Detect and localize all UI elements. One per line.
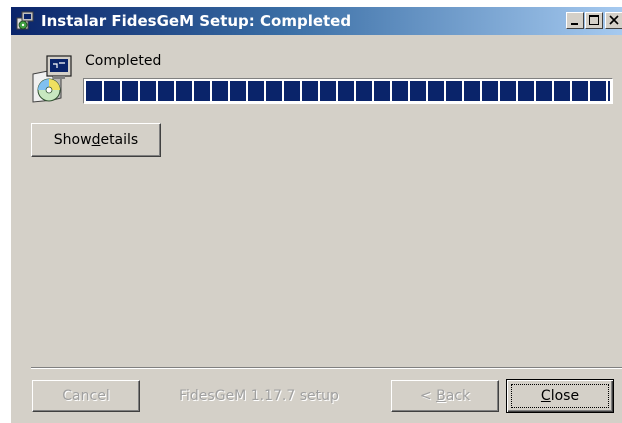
status-text: Completed: [85, 53, 162, 69]
cancel-button[interactable]: Cancel: [32, 380, 140, 412]
minimize-button[interactable]: [566, 12, 584, 29]
show-details-label: Show: [53, 132, 92, 148]
footer-label: FidesGeM 1.17.7 setup: [179, 388, 339, 404]
cancel-label: Cancel: [62, 388, 110, 404]
window-close-button[interactable]: [605, 12, 622, 29]
close-button[interactable]: Close: [506, 379, 614, 413]
close-label: lose: [550, 388, 580, 404]
installer-icon: [16, 11, 34, 30]
title-bar[interactable]: Instalar FidesGeM Setup: Completed: [11, 7, 622, 35]
show-details-accelerator: d: [91, 132, 101, 148]
close-icon: [609, 15, 619, 25]
back-label-rest: ack: [445, 388, 471, 404]
setup-window: Instalar FidesGeM Setup: Completed Compl…: [11, 7, 622, 423]
setup-icon: [32, 55, 72, 103]
close-accelerator: C: [540, 388, 551, 404]
minimize-icon: [571, 23, 578, 25]
show-details-button[interactable]: Show d etails: [31, 123, 161, 157]
maximize-button[interactable]: [585, 12, 603, 29]
maximize-icon: [589, 15, 599, 25]
footer-separator: [31, 367, 622, 369]
progress-fill: [86, 81, 610, 101]
progress-bar: [83, 78, 613, 104]
window-title: Instalar FidesGeM Setup: Completed: [41, 12, 352, 30]
back-label: <: [419, 388, 437, 404]
show-details-label-rest: etails: [100, 132, 139, 148]
back-accelerator: B: [436, 388, 446, 404]
back-button[interactable]: < Back: [391, 380, 499, 412]
